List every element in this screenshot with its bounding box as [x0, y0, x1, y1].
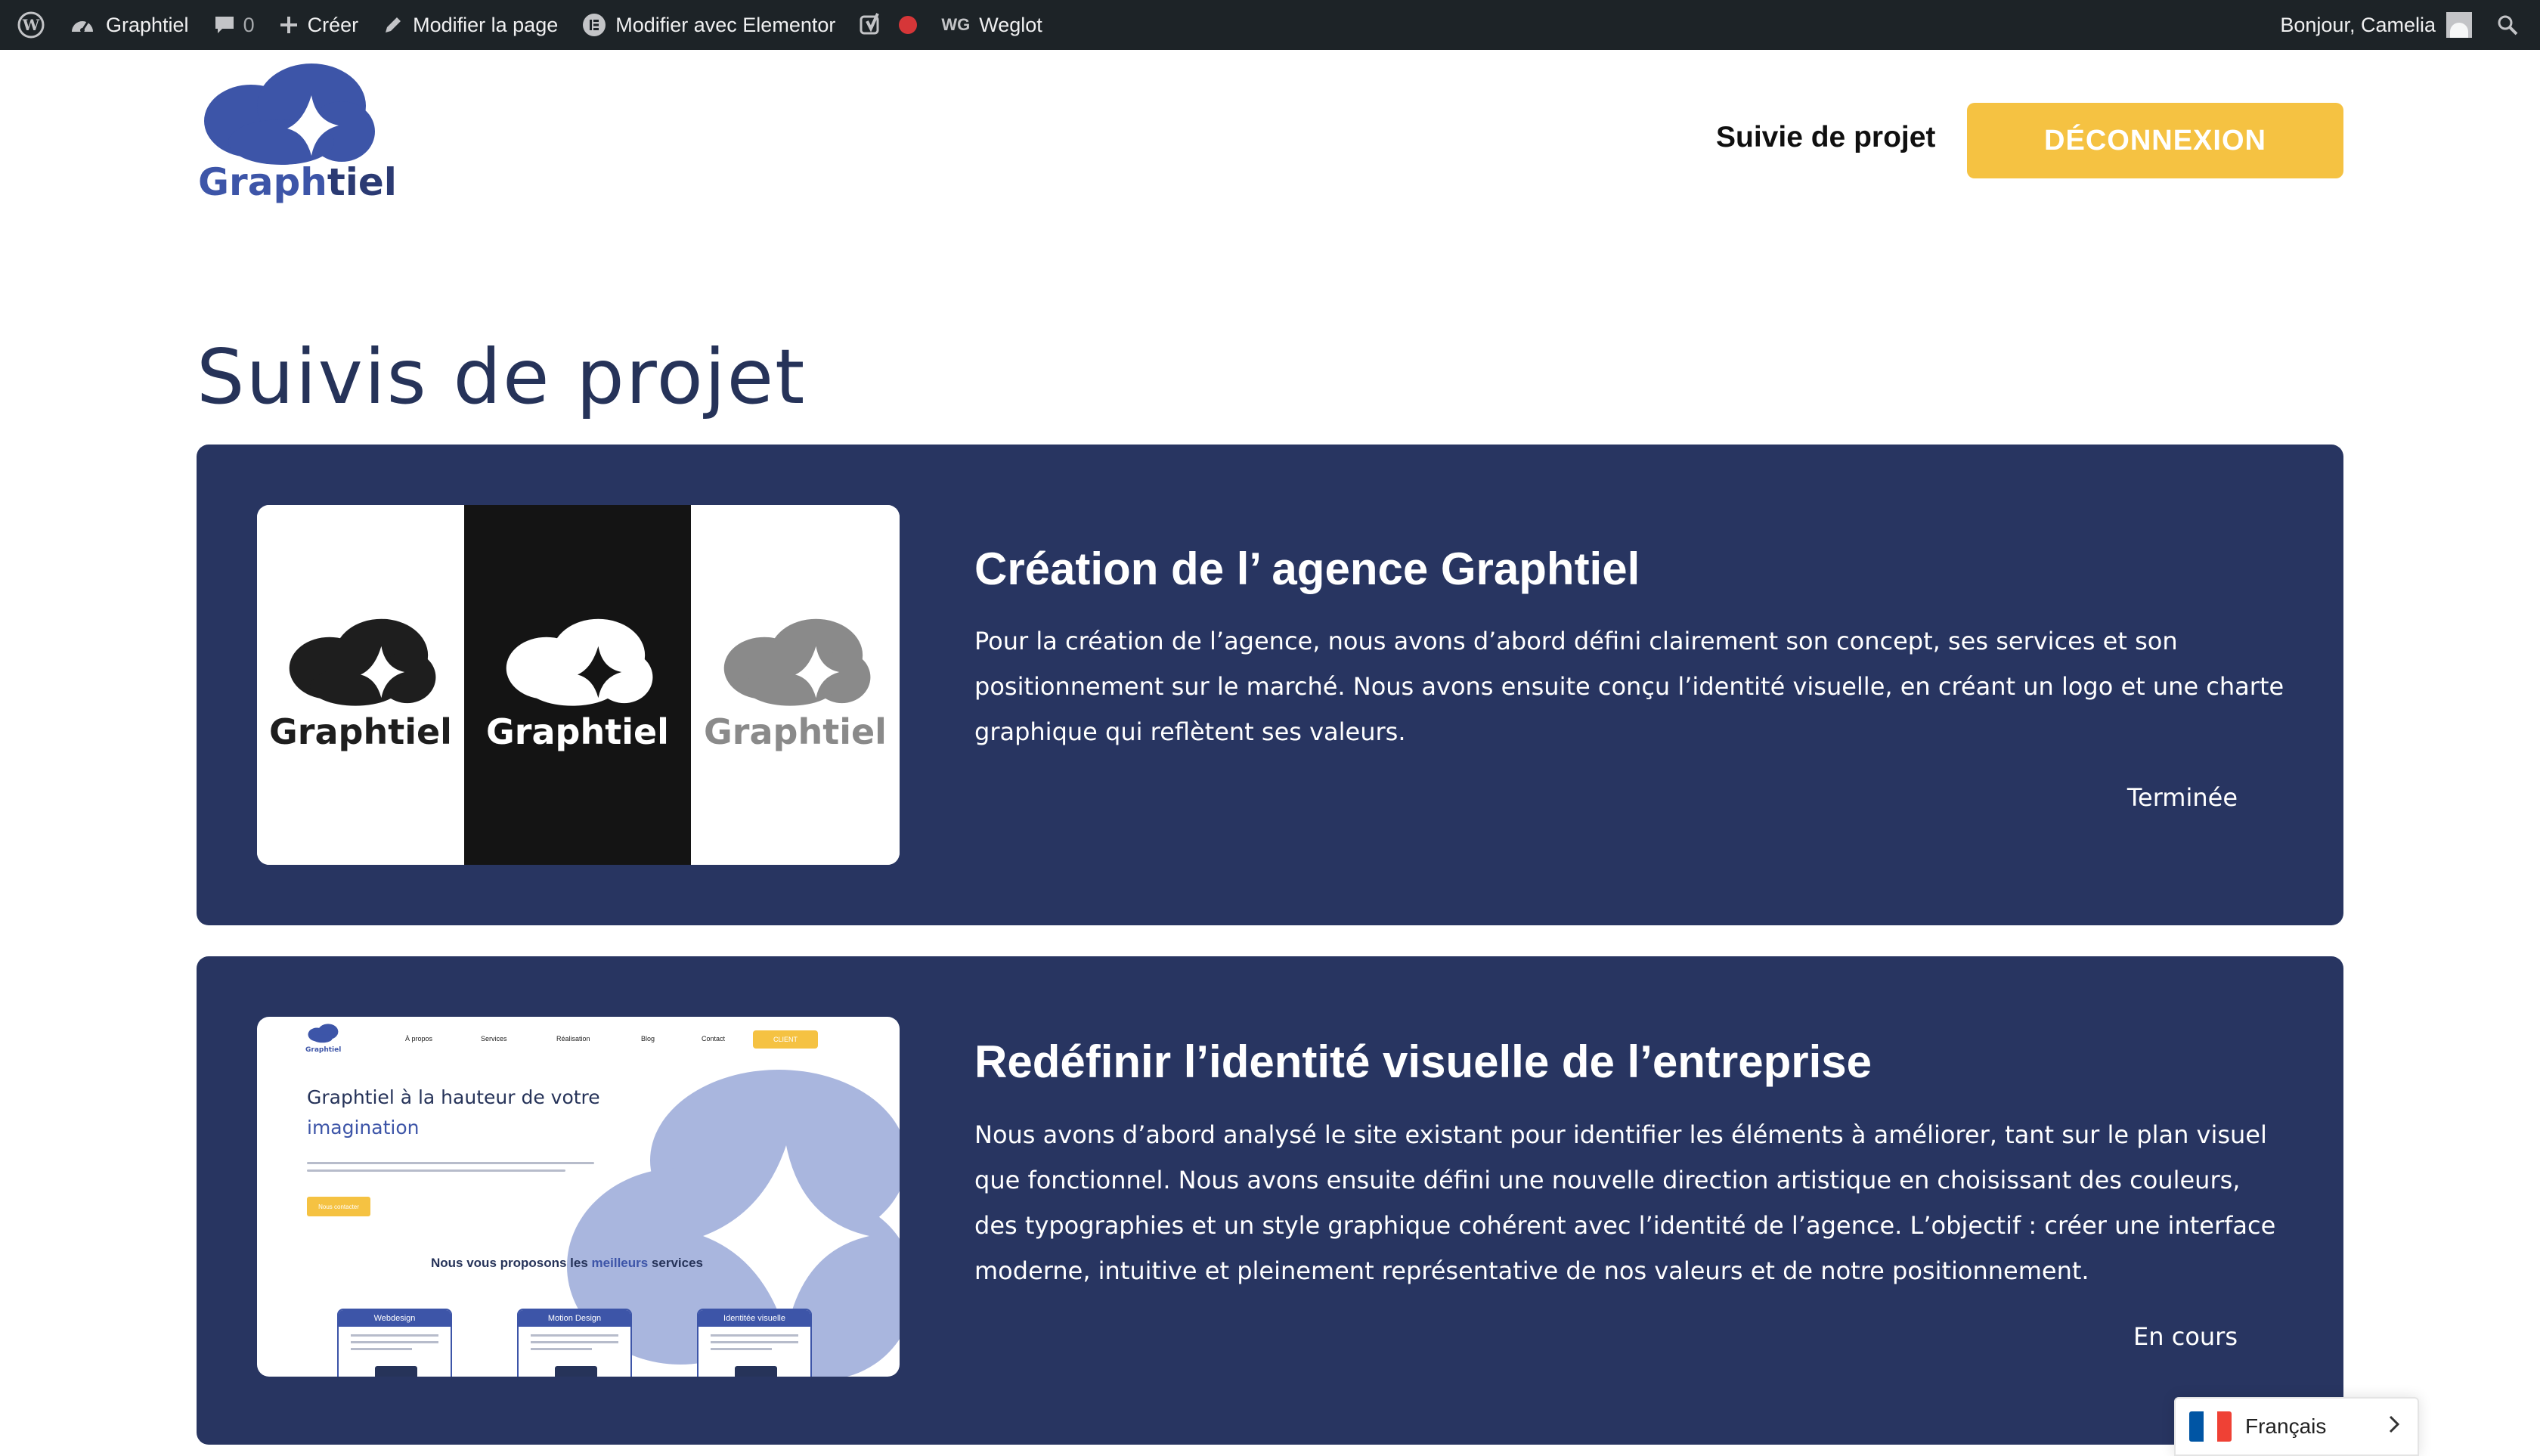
logo-word: Graphtiel [269, 711, 452, 752]
admin-search-button[interactable] [2484, 0, 2531, 50]
site-logo[interactable]: Graphtiel [198, 62, 397, 213]
project-description: Nous avons d’abord analysé le site exist… [974, 1120, 2276, 1285]
logo-variant-dark: Graphtiel [257, 505, 464, 865]
mockup-nav-item: À propos [405, 1035, 433, 1042]
elementor-label: Modifier avec Elementor [615, 13, 836, 36]
elementor-link[interactable]: Modifier avec Elementor [570, 0, 847, 50]
mockup-nav-item: Réalisation [556, 1035, 590, 1042]
mockup-service-card: Webdesign [337, 1309, 452, 1377]
mockup-hero-highlight: imagination [307, 1117, 420, 1138]
mockup-service-card: Identitée visuelle [697, 1309, 812, 1377]
status-dot-icon [899, 16, 918, 34]
logo-variant-light: Graphtiel [464, 505, 691, 865]
weglot-badge: WG [941, 15, 971, 34]
plus-icon [279, 15, 299, 35]
dashboard-icon [70, 14, 95, 36]
yoast-icon [860, 12, 882, 38]
cloud-logo-icon [723, 618, 871, 706]
weglot-link[interactable]: WG Weglot [929, 0, 1054, 50]
mockup-cta-button: Nous contacter [307, 1197, 370, 1216]
yoast-menu[interactable] [847, 0, 929, 50]
mockup-nav-item: Services [481, 1035, 507, 1042]
logout-button[interactable]: DÉCONNEXION [1967, 103, 2343, 178]
comment-icon [213, 14, 236, 36]
logo-wordmark: Graphtiel [198, 160, 397, 204]
avatar [2446, 12, 2472, 38]
create-label: Créer [307, 13, 359, 36]
weglot-label: Weglot [979, 13, 1042, 36]
language-label: Français [2245, 1414, 2327, 1438]
project-title: Création de l’ agence Graphtiel [974, 544, 1640, 594]
mockup-body-text [307, 1162, 594, 1177]
chevron-right-icon [2387, 1414, 2401, 1439]
wordpress-menu[interactable]: W [5, 0, 57, 50]
wordpress-icon: W [17, 11, 45, 39]
elementor-icon [582, 13, 606, 37]
project-card: Graphtiel À propos Services Réalisation … [197, 956, 2343, 1445]
language-switcher[interactable]: Français [2174, 1397, 2419, 1456]
admin-bar: W Graphtiel 0 Créer Modifier la page Mod… [0, 0, 2540, 50]
svg-text:W: W [22, 16, 40, 34]
logo-word: Graphtiel [486, 711, 669, 752]
site-name-label: Graphtiel [106, 13, 189, 36]
mockup-hero-title: Graphtiel à la hauteur de votre [307, 1086, 600, 1108]
nav-project-tracking-link[interactable]: Suivie de projet [1716, 121, 1935, 154]
project-thumbnail: Graphtiel Graphtiel Graphtiel [257, 505, 900, 865]
site-name-link[interactable]: Graphtiel [57, 0, 201, 50]
mockup-nav-item: Blog [641, 1035, 655, 1042]
edit-page-link[interactable]: Modifier la page [370, 0, 570, 50]
logo-variant-grey: Graphtiel [691, 505, 900, 865]
page-title: Suivis de projet [197, 333, 807, 421]
mockup-navbar: Graphtiel À propos Services Réalisation … [257, 1017, 900, 1062]
pencil-icon [383, 14, 404, 36]
logo-word: Graphtiel [704, 711, 887, 752]
project-status: En cours [2133, 1322, 2238, 1351]
account-menu[interactable]: Bonjour, Camelia [2268, 0, 2484, 50]
french-flag-icon [2189, 1411, 2232, 1442]
comments-link[interactable]: 0 [201, 0, 267, 50]
mockup-services-heading: Nous vous proposons les meilleurs servic… [431, 1256, 703, 1270]
mockup-logo: Graphtiel [305, 1023, 341, 1054]
mockup-nav-item: Contact [702, 1035, 726, 1042]
comments-count: 0 [243, 13, 255, 36]
project-thumbnail: Graphtiel À propos Services Réalisation … [257, 1017, 900, 1377]
cloud-logo-icon [289, 618, 436, 706]
project-card: Graphtiel Graphtiel Graphtiel Création d… [197, 445, 2343, 925]
project-status: Terminée [2126, 783, 2238, 812]
create-menu[interactable]: Créer [267, 0, 371, 50]
project-title: Redéfinir l’identité visuelle de l’entre… [974, 1036, 1872, 1087]
mockup-client-button: CLIENT [753, 1030, 818, 1049]
greeting-label: Bonjour, Camelia [2280, 13, 2436, 36]
mockup-service-card: Motion Design [517, 1309, 632, 1377]
cloud-logo-icon [506, 618, 653, 706]
edit-page-label: Modifier la page [413, 13, 559, 36]
project-description: Pour la création de l’agence, nous avons… [974, 627, 2284, 746]
search-icon [2496, 14, 2519, 36]
